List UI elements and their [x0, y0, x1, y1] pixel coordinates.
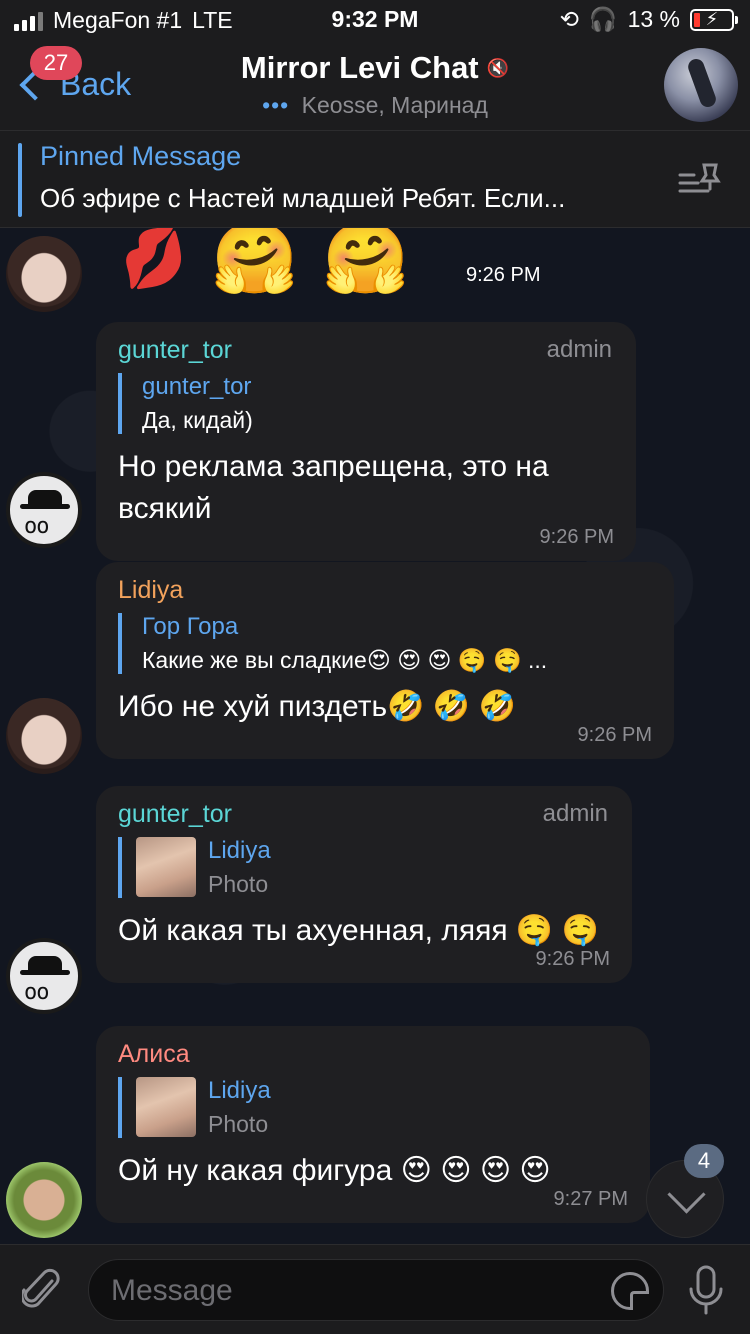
- orientation-lock-icon: ⟲: [559, 6, 579, 32]
- message-bubble[interactable]: Алиса Lidiya Photo Ой ну какая фигура 😍 …: [96, 1026, 650, 1223]
- lips-sticker-icon: 💋: [114, 228, 193, 295]
- chat-title: Mirror Levi Chat: [240, 50, 479, 85]
- incognito-glasses-icon: oo: [24, 980, 49, 1005]
- reply-name: Lidiya: [208, 837, 271, 864]
- hug-emoji-icon: 🤗: [211, 228, 299, 297]
- reply-quote[interactable]: Lidiya Photo: [118, 837, 610, 898]
- reply-text: Photo: [208, 871, 269, 897]
- input-bar: Message: [0, 1244, 750, 1334]
- reply-name: gunter_tor: [142, 373, 252, 400]
- mute-icon: 🔇: [486, 57, 510, 78]
- sender-name[interactable]: Lidiya: [118, 576, 652, 605]
- admin-badge: admin: [546, 336, 612, 363]
- message-text: Но реклама запрещена, это на всякий: [118, 450, 549, 525]
- sticker-icon[interactable]: [611, 1272, 649, 1310]
- pinned-accent-bar: [18, 143, 22, 217]
- reply-text: Да, кидай): [142, 407, 253, 433]
- typing-indicator-icon: •••: [262, 92, 290, 118]
- message-text: Ой какая ты ахуенная, ляяя 🤤 🤤: [118, 914, 599, 947]
- chat-avatar[interactable]: [664, 48, 738, 122]
- headphones-icon: 🎧: [588, 6, 618, 32]
- message-list[interactable]: 💋 🤗 🤗 9:26 PM oo gunter_tor admin gunter…: [0, 228, 750, 1244]
- avatar[interactable]: [6, 698, 82, 774]
- battery-percent: 13 %: [627, 6, 680, 32]
- avatar[interactable]: [6, 236, 82, 312]
- message-bubble[interactable]: Lidiya Гор Гора Какие же вы сладкие😍 😍 😍…: [96, 562, 674, 759]
- pin-list-icon[interactable]: [678, 161, 722, 197]
- message-text: Ой ну какая фигура 😍 😍 😍 😍: [118, 1154, 551, 1187]
- status-bar: MegaFon #1 LTE 9:32 PM ⟲ 🎧 13 % ⚡: [0, 0, 750, 40]
- sender-name[interactable]: gunter_tor: [118, 800, 610, 829]
- incognito-glasses-icon: oo: [24, 514, 49, 539]
- reply-text: Photo: [208, 1111, 269, 1137]
- sender-name[interactable]: Алиса: [118, 1040, 628, 1069]
- sticker-message[interactable]: 💋 🤗 🤗: [114, 228, 410, 297]
- avatar[interactable]: [6, 1162, 82, 1238]
- hug-emoji-icon: 🤗: [322, 228, 410, 297]
- chat-subtitle: Keosse, Маринад: [301, 92, 488, 118]
- photo-thumbnail: [136, 1077, 196, 1137]
- pinned-message[interactable]: Pinned Message Об эфире с Настей младшей…: [0, 130, 750, 228]
- microphone-icon[interactable]: [688, 1265, 724, 1317]
- reply-name: Lidiya: [208, 1077, 271, 1104]
- message-bubble[interactable]: gunter_tor admin Lidiya Photo Ой какая т…: [96, 786, 632, 983]
- message-bubble[interactable]: gunter_tor admin gunter_tor Да, кидай) Н…: [96, 322, 636, 561]
- chat-title-area[interactable]: Mirror Levi Chat 🔇 ••• Keosse, Маринад: [0, 50, 750, 119]
- avatar[interactable]: oo: [6, 472, 82, 548]
- attach-icon[interactable]: [22, 1267, 62, 1313]
- pinned-title: Pinned Message: [40, 141, 242, 171]
- message-input[interactable]: Message: [88, 1259, 664, 1321]
- reply-name: Гор Гора: [142, 613, 239, 640]
- message-placeholder: Message: [111, 1274, 233, 1307]
- reply-text: Какие же вы сладкие😍 😍 😍 🤤 🤤 ...: [142, 647, 548, 673]
- reply-quote[interactable]: Гор Гора Какие же вы сладкие😍 😍 😍 🤤 🤤 ..…: [118, 613, 652, 674]
- message-time: 9:26 PM: [466, 264, 541, 286]
- photo-thumbnail: [136, 837, 196, 897]
- reply-quote[interactable]: gunter_tor Да, кидай): [118, 373, 614, 434]
- admin-badge: admin: [542, 800, 608, 827]
- reply-quote[interactable]: Lidiya Photo: [118, 1077, 628, 1138]
- chat-header: Back 27 Mirror Levi Chat 🔇 ••• Keosse, М…: [0, 40, 750, 130]
- battery-icon: ⚡: [690, 8, 738, 31]
- unread-mentions-badge: 4: [684, 1144, 724, 1178]
- pinned-text: Об эфире с Настей младшей Ребят. Если...: [40, 183, 566, 213]
- sender-name[interactable]: gunter_tor: [118, 336, 614, 365]
- avatar[interactable]: oo: [6, 938, 82, 1014]
- message-text: Ибо не хуй пиздеть🤣 🤣 🤣: [118, 690, 516, 723]
